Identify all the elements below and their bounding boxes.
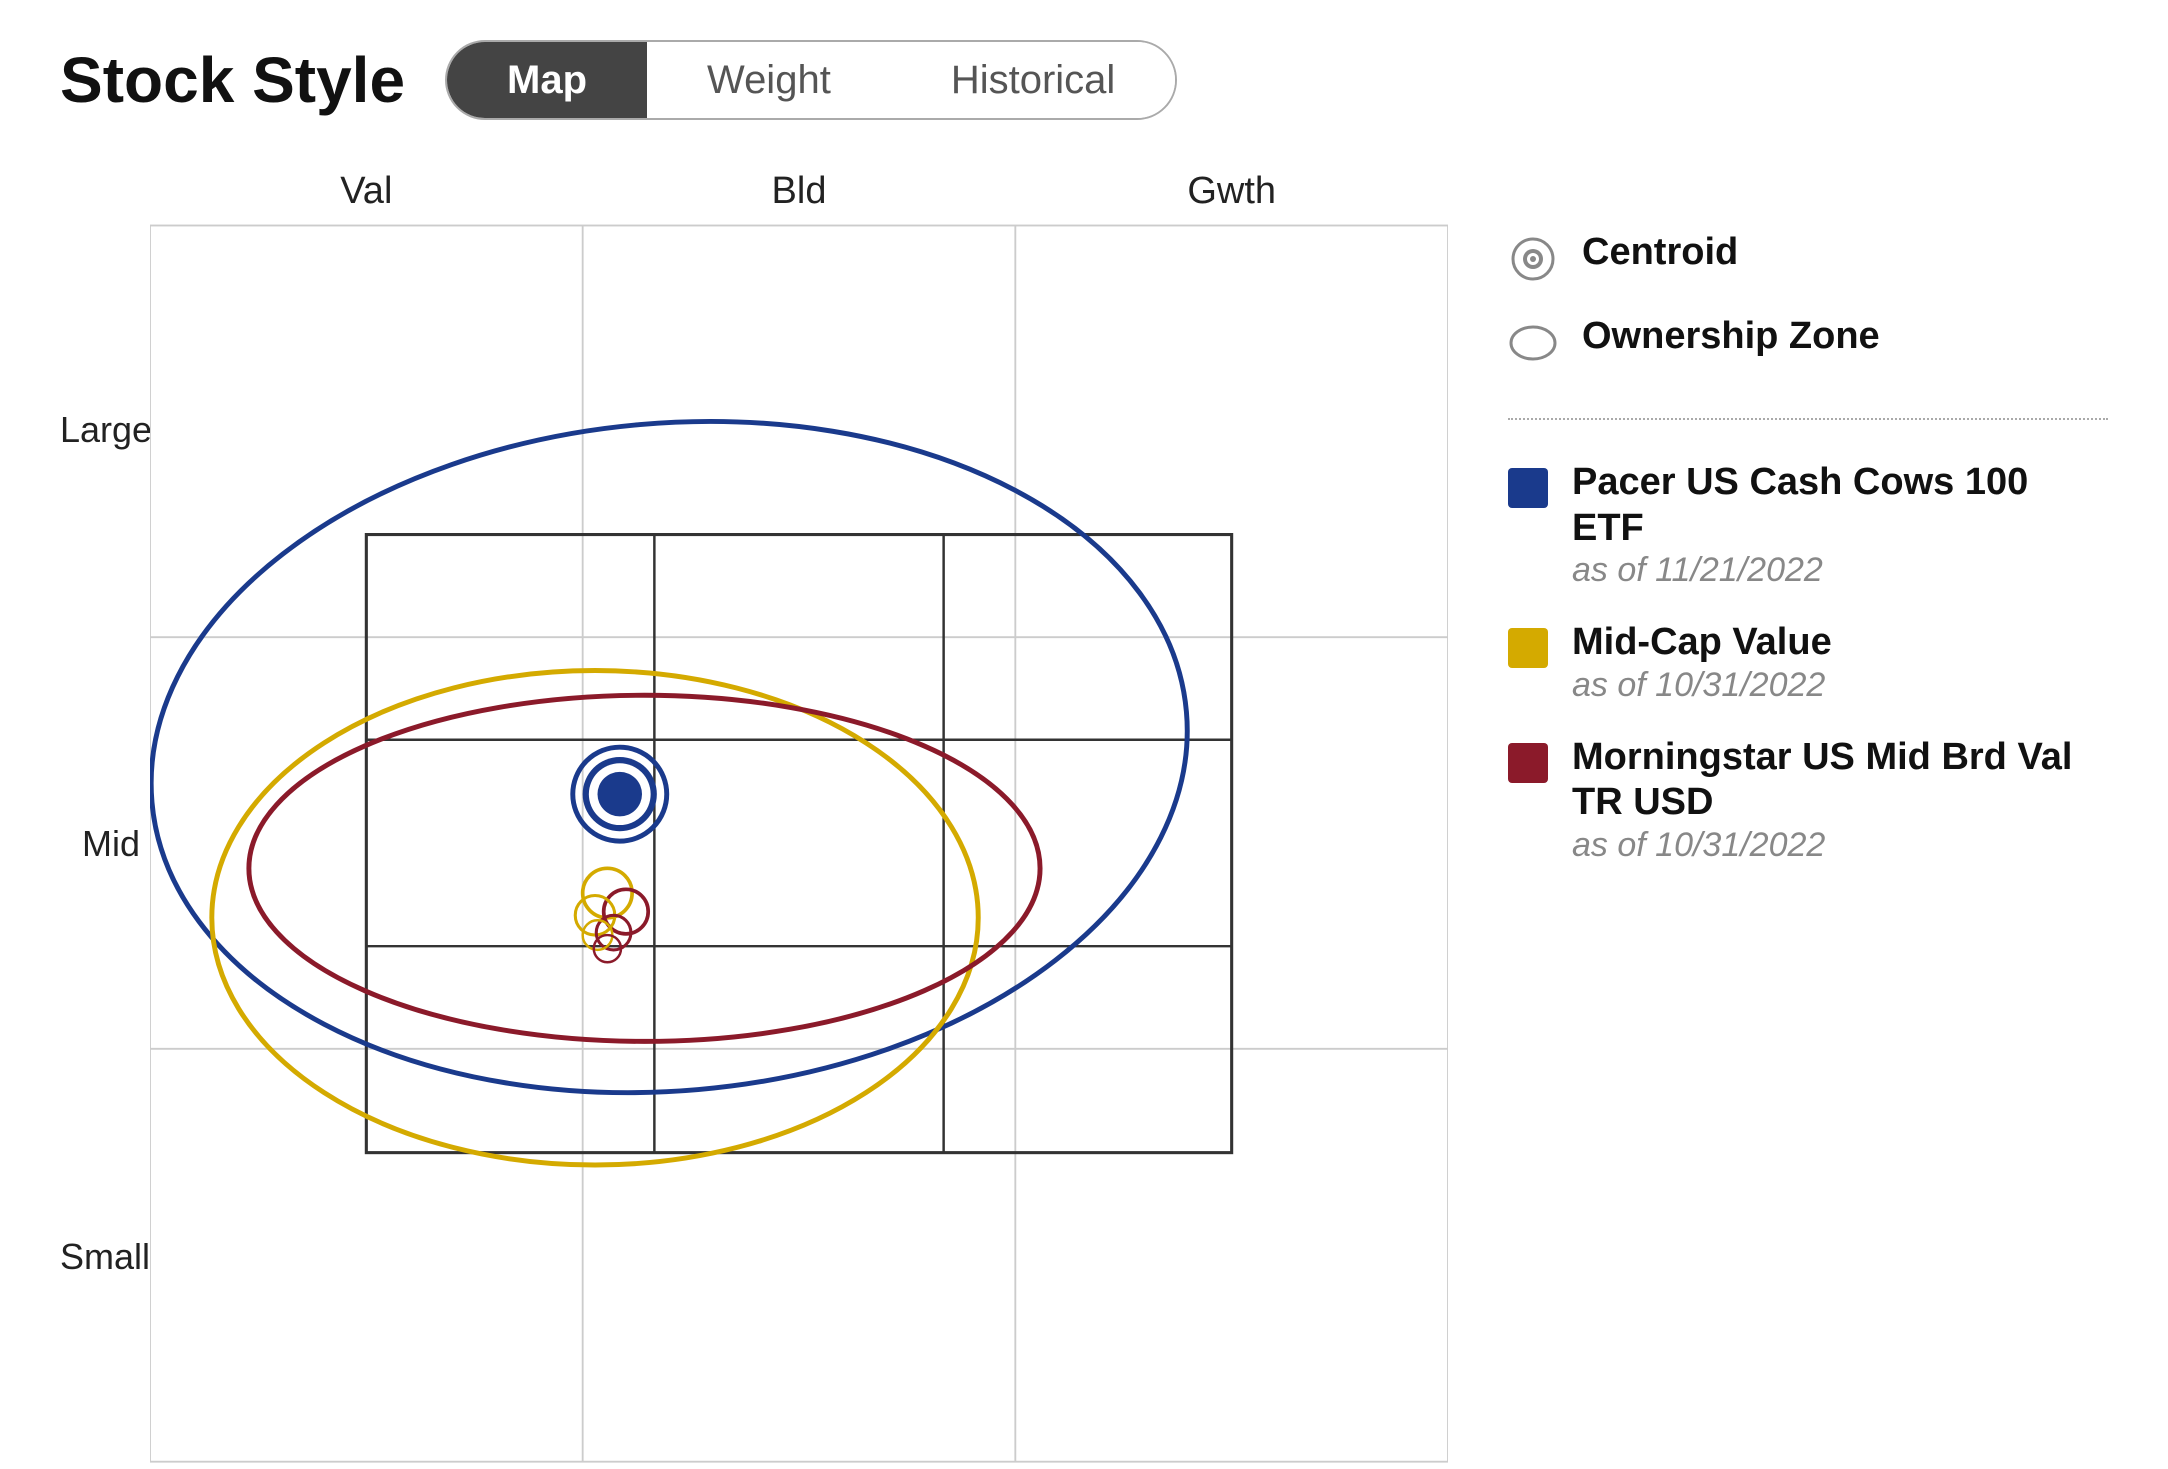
tab-map[interactable]: Map <box>447 42 647 118</box>
legend-midcap-name: Mid-Cap Value <box>1572 620 1832 666</box>
tab-weight[interactable]: Weight <box>647 42 891 118</box>
chart-area: Val Bld Gwth Large Mid Small <box>60 170 1448 1464</box>
midcap-color-icon <box>1508 628 1548 668</box>
legend-centroid: Centroid <box>1508 230 2108 284</box>
centroid-icon <box>1508 234 1558 284</box>
x-axis-labels: Val Bld Gwth <box>150 170 1448 213</box>
morningstar-color-icon <box>1508 743 1548 783</box>
y-label-mid: Mid <box>60 823 140 865</box>
main-content: Val Bld Gwth Large Mid Small <box>60 170 2108 1464</box>
stock-style-chart <box>150 223 1448 1464</box>
legend-morningstar-text: Morningstar US Mid Brd Val TR USD as of … <box>1572 735 2108 865</box>
legend-morningstar-date: as of 10/31/2022 <box>1572 826 2108 865</box>
x-label-val: Val <box>150 170 583 213</box>
legend-ownership-label: Ownership Zone <box>1582 314 1880 360</box>
legend-centroid-text: Centroid <box>1582 230 1738 276</box>
page-title: Stock Style <box>60 43 405 117</box>
legend-pacer: Pacer US Cash Cows 100 ETF as of 11/21/2… <box>1508 460 2108 590</box>
tab-group[interactable]: Map Weight Historical <box>445 40 1177 120</box>
header: Stock Style Map Weight Historical <box>60 40 2108 120</box>
legend-midcap: Mid-Cap Value as of 10/31/2022 <box>1508 620 2108 705</box>
chart-svg-container <box>150 223 1448 1464</box>
legend-midcap-text: Mid-Cap Value as of 10/31/2022 <box>1572 620 1832 705</box>
legend-midcap-date: as of 10/31/2022 <box>1572 666 1832 705</box>
legend-pacer-date: as of 11/21/2022 <box>1572 551 2108 590</box>
x-label-gwth: Gwth <box>1015 170 1448 213</box>
legend-pacer-text: Pacer US Cash Cows 100 ETF as of 11/21/2… <box>1572 460 2108 590</box>
legend-ownership-text: Ownership Zone <box>1582 314 1880 360</box>
legend-ownership: Ownership Zone <box>1508 314 2108 368</box>
legend-centroid-label: Centroid <box>1582 230 1738 276</box>
ownership-zone-icon <box>1508 318 1558 368</box>
chart-row: Large Mid Small <box>60 223 1448 1464</box>
legend-pacer-name: Pacer US Cash Cows 100 ETF <box>1572 460 2108 551</box>
y-label-large: Large <box>60 409 140 451</box>
tab-historical[interactable]: Historical <box>891 42 1175 118</box>
x-label-bld: Bld <box>583 170 1016 213</box>
y-axis: Large Mid Small <box>60 223 150 1464</box>
legend-morningstar-name: Morningstar US Mid Brd Val TR USD <box>1572 735 2108 826</box>
legend: Centroid Ownership Zone Pacer US Cash Co… <box>1508 170 2108 1464</box>
legend-divider <box>1508 418 2108 420</box>
legend-morningstar: Morningstar US Mid Brd Val TR USD as of … <box>1508 735 2108 865</box>
y-label-small: Small <box>60 1236 140 1278</box>
pacer-color-icon <box>1508 468 1548 508</box>
